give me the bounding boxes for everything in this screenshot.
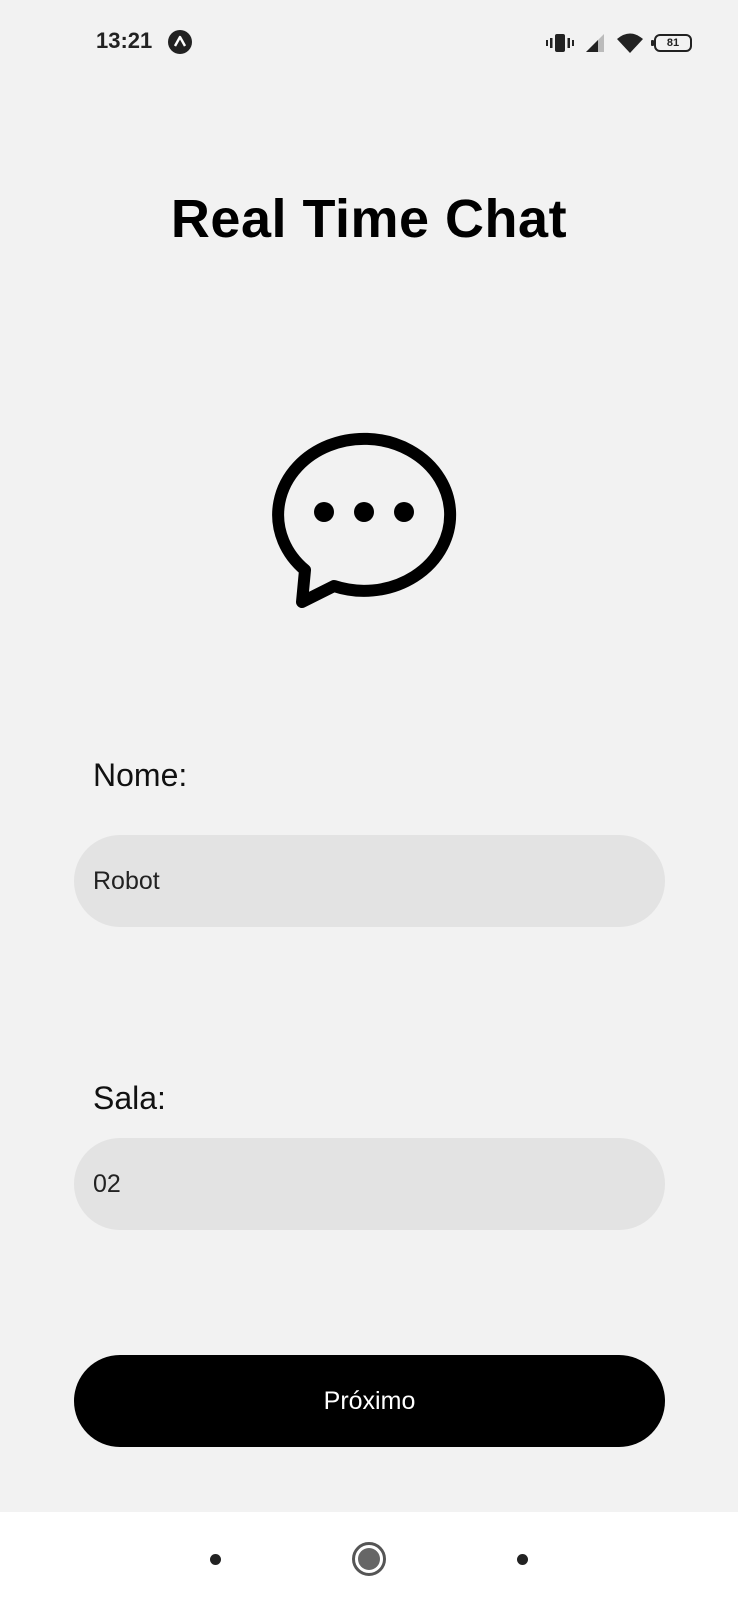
navigation-bar [0,1512,738,1600]
room-input[interactable]: 02 [74,1138,665,1230]
battery-level: 81 [666,37,680,49]
room-input-value: 02 [93,1169,121,1198]
recent-apps-icon[interactable] [210,1554,221,1565]
next-button[interactable]: Próximo [74,1355,665,1447]
wifi-icon [617,33,643,53]
chat-bubble-icon [272,432,457,608]
room-label: Sala: [93,1080,166,1116]
home-icon[interactable] [352,1542,386,1576]
name-input-value: Robot [93,866,160,895]
status-bar: 13:21 81 [0,0,738,86]
name-input[interactable]: Robot [74,835,665,927]
vibrate-icon [546,34,574,52]
status-time: 13:21 [96,28,153,53]
signal-icon [586,34,604,52]
battery-icon: 81 [651,34,692,52]
name-label: Nome: [93,757,188,793]
status-icons: 81 [546,30,692,56]
back-icon[interactable] [517,1554,528,1565]
page-title: Real Time Chat [170,189,568,249]
app-notification-icon [168,30,192,54]
